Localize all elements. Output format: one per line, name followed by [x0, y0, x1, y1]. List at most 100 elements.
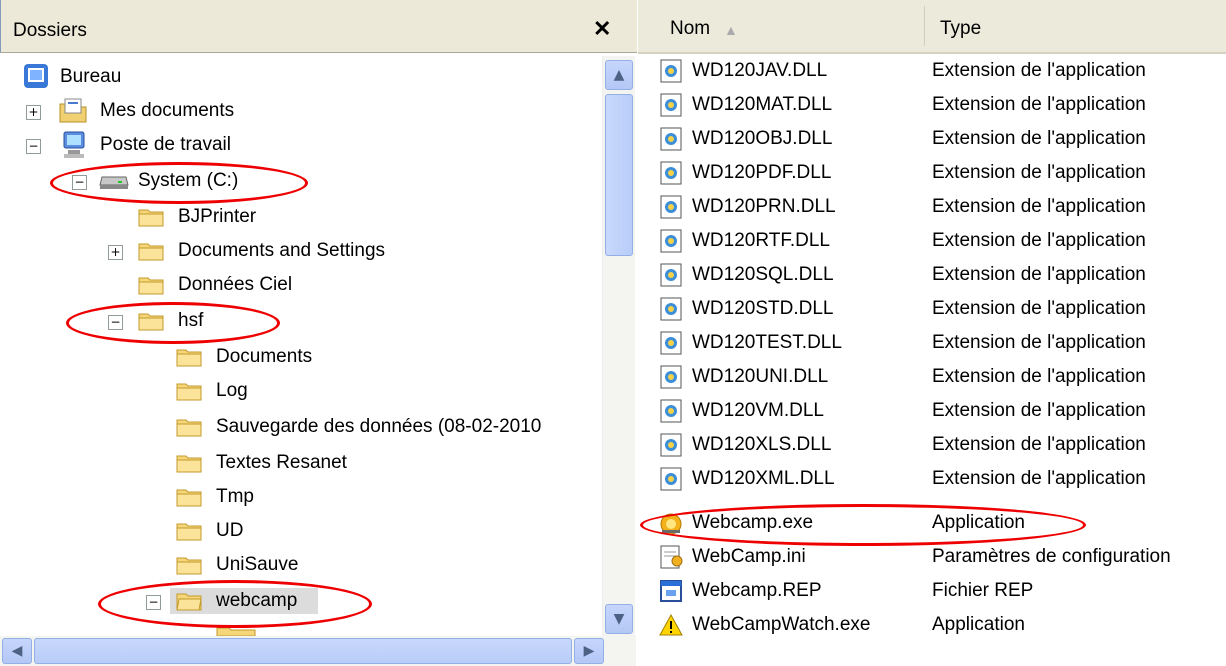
dll-icon: [660, 127, 682, 151]
folder-icon: [216, 627, 256, 636]
tree-item-label: System (C:): [138, 170, 239, 191]
tree-item-poste-de-travail[interactable]: − Poste de travail: [0, 130, 600, 160]
rep-file-icon: [660, 580, 682, 602]
file-type: Fichier REP: [932, 580, 1034, 601]
tree-item-label: Poste de travail: [100, 134, 231, 155]
file-row[interactable]: WD120UNI.DLL Extension de l'application: [638, 360, 1226, 394]
tree-item-tmp[interactable]: Tmp: [0, 482, 600, 512]
collapse-icon[interactable]: −: [108, 315, 123, 330]
file-row[interactable]: WD120MAT.DLL Extension de l'application: [638, 88, 1226, 122]
folders-pane-title: Dossiers: [13, 20, 87, 41]
dll-icon: [660, 433, 682, 457]
collapse-icon[interactable]: −: [146, 595, 161, 610]
tree-item-bjprinter[interactable]: BJPrinter: [0, 202, 600, 232]
tree-item-label: Documents: [216, 346, 313, 367]
expand-icon[interactable]: +: [108, 245, 123, 260]
file-row[interactable]: WebCamp.ini Paramètres de configuration: [638, 540, 1226, 574]
file-type: Extension de l'application: [932, 298, 1146, 319]
tree-item-webcamp[interactable]: − webcamp: [0, 586, 600, 616]
scroll-down-icon[interactable]: ▼: [605, 604, 633, 634]
file-type: Extension de l'application: [932, 366, 1146, 387]
expand-icon[interactable]: +: [26, 105, 41, 120]
folder-icon: [138, 209, 164, 227]
scrollbar-thumb[interactable]: [605, 94, 633, 256]
file-type: Extension de l'application: [932, 94, 1146, 115]
dll-icon: [660, 365, 682, 389]
tree-item-label: Mes documents: [100, 100, 235, 121]
tree-item-textes-resanet[interactable]: Textes Resanet: [0, 448, 600, 478]
close-icon[interactable]: ✕: [593, 18, 611, 40]
file-type: Extension de l'application: [932, 468, 1146, 489]
tree-item-label: Textes Resanet: [216, 452, 347, 473]
file-row[interactable]: WD120XML.DLL Extension de l'application: [638, 462, 1226, 496]
file-name: WD120STD.DLL: [692, 298, 834, 319]
scroll-up-icon[interactable]: ▲: [605, 60, 633, 90]
tree-item-hsf[interactable]: − hsf: [0, 306, 600, 336]
file-row[interactable]: WD120RTF.DLL Extension de l'application: [638, 224, 1226, 258]
dll-icon: [660, 467, 682, 491]
file-type: Extension de l'application: [932, 264, 1146, 285]
file-row[interactable]: WD120TEST.DLL Extension de l'application: [638, 326, 1226, 360]
file-type: Extension de l'application: [932, 400, 1146, 421]
column-header-type[interactable]: Type: [940, 18, 981, 40]
tree-item-unisauve[interactable]: UniSauve: [0, 550, 600, 580]
file-list-header: Nom ▲ Type: [638, 0, 1226, 54]
file-row[interactable]: WD120SQL.DLL Extension de l'application: [638, 258, 1226, 292]
file-type: Extension de l'application: [932, 128, 1146, 149]
file-row[interactable]: WD120XLS.DLL Extension de l'application: [638, 428, 1226, 462]
file-row[interactable]: WD120PDF.DLL Extension de l'application: [638, 156, 1226, 190]
folder-icon: [138, 243, 164, 261]
tree-item-sauvegarde[interactable]: Sauvegarde des données (08-02-2010: [0, 412, 600, 442]
file-row[interactable]: Webcamp.exe Application: [638, 506, 1226, 540]
ini-settings-icon: [660, 545, 683, 569]
file-name: WD120TEST.DLL: [692, 332, 842, 353]
collapse-icon[interactable]: −: [72, 175, 87, 190]
file-name: WebCamp.ini: [692, 546, 806, 567]
tree-item-documents[interactable]: Documents: [0, 342, 600, 372]
tree-item-ud[interactable]: UD: [0, 516, 600, 546]
file-name: Webcamp.exe: [692, 512, 814, 533]
file-row[interactable]: WD120OBJ.DLL Extension de l'application: [638, 122, 1226, 156]
tree-item-donnees-ciel[interactable]: Données Ciel: [0, 270, 600, 300]
tree-item-log[interactable]: Log: [0, 376, 600, 406]
tree-item-label: UD: [216, 520, 244, 541]
desktop-icon: [24, 64, 48, 88]
folders-pane-header: Dossiers ✕: [0, 0, 637, 53]
dll-icon: [660, 399, 682, 423]
warning-icon: [659, 613, 683, 636]
tree-item-label: Bureau: [60, 66, 122, 87]
tree-item-bureau[interactable]: Bureau: [0, 62, 600, 92]
file-row[interactable]: WD120PRN.DLL Extension de l'application: [638, 190, 1226, 224]
file-type: Extension de l'application: [932, 434, 1146, 455]
file-row[interactable]: WD120JAV.DLL Extension de l'application: [638, 54, 1226, 88]
scroll-right-icon[interactable]: ▶: [574, 638, 604, 664]
dll-icon: [660, 93, 682, 117]
file-row[interactable]: WD120STD.DLL Extension de l'application: [638, 292, 1226, 326]
file-row[interactable]: WD120VM.DLL Extension de l'application: [638, 394, 1226, 428]
folder-icon: [138, 277, 164, 295]
tree-item-label: UniSauve: [216, 554, 299, 575]
tree-item-label: BJPrinter: [178, 206, 257, 227]
file-list-pane: Nom ▲ Type WD120JAV.DLL Extension de l'a…: [638, 0, 1226, 666]
tree-item-label: Tmp: [216, 486, 254, 507]
scrollbar-thumb[interactable]: [34, 638, 572, 664]
file-type: Paramètres de configuration: [932, 546, 1171, 567]
file-row[interactable]: Webcamp.REP Fichier REP: [638, 574, 1226, 608]
tree-item-system-c[interactable]: − System (C:): [0, 166, 600, 196]
tree-item-documents-and-settings[interactable]: + Documents and Settings: [0, 236, 600, 266]
vertical-scrollbar[interactable]: ▲ ▼: [602, 56, 635, 636]
horizontal-scrollbar[interactable]: ◀ ▶: [0, 636, 636, 666]
my-computer-icon: [63, 131, 85, 158]
file-name: WD120RTF.DLL: [692, 230, 830, 251]
column-header-name[interactable]: Nom: [670, 18, 710, 40]
folder-icon: [176, 557, 202, 575]
folder-icon: [176, 383, 202, 401]
file-type: Application: [932, 614, 1025, 635]
webcamp-exe-icon: [660, 513, 682, 535]
file-row[interactable]: WebCampWatch.exe Application: [638, 608, 1226, 642]
column-divider[interactable]: [924, 6, 925, 46]
collapse-icon[interactable]: −: [26, 139, 41, 154]
tree-item-mes-documents[interactable]: + Mes documents: [0, 96, 600, 126]
folder-icon: [176, 419, 202, 437]
scroll-left-icon[interactable]: ◀: [2, 638, 32, 664]
